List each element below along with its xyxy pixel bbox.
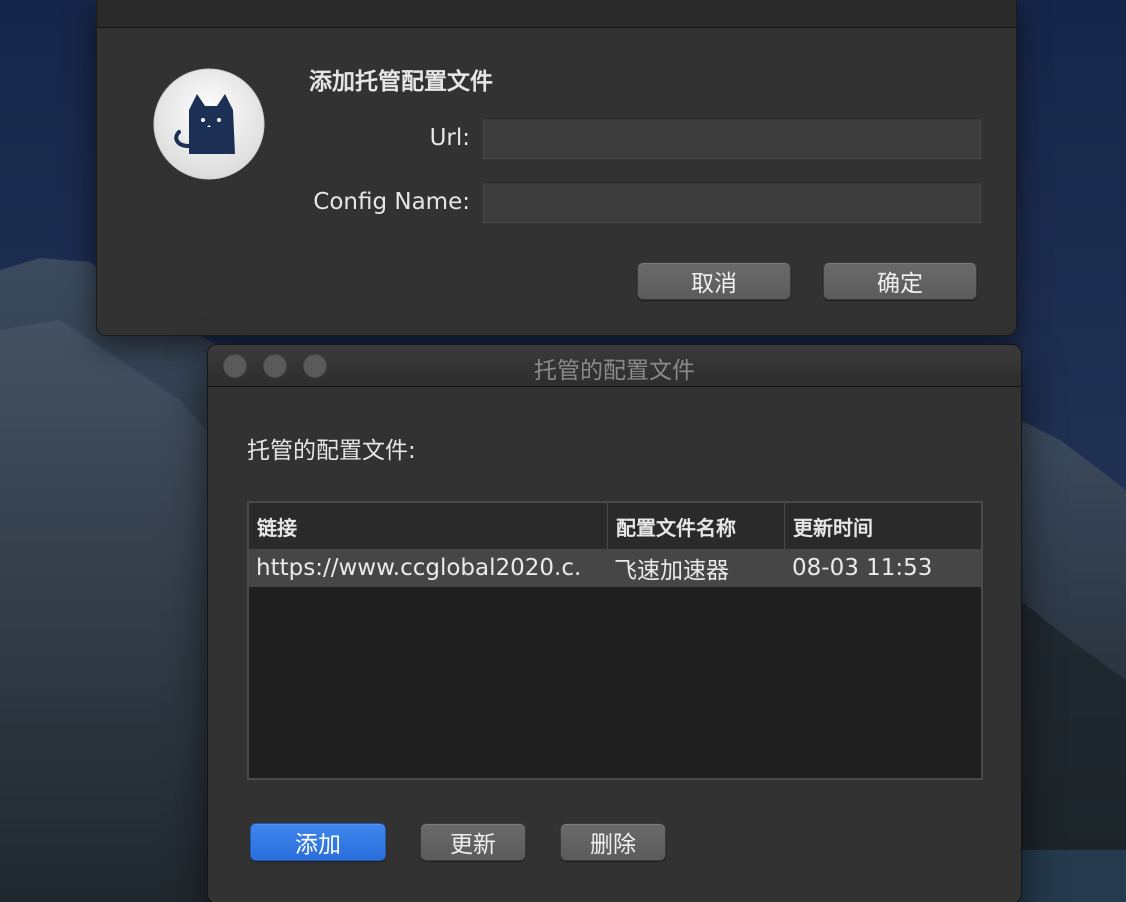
cat-icon [153,68,265,180]
cell-updated: 08-03 11:53 [792,555,933,581]
table-header: 链接 配置文件名称 更新时间 [249,503,981,550]
section-label: 托管的配置文件: [247,438,416,464]
confirm-button[interactable]: 确定 [823,262,977,300]
update-button[interactable]: 更新 [420,823,526,861]
config-table: 链接 配置文件名称 更新时间 https://www.ccglobal2020.… [247,501,983,780]
column-header-updated[interactable]: 更新时间 [784,503,981,549]
url-label: Url: [429,125,470,151]
window-title: 托管的配置文件 [534,358,695,384]
cell-link: https://www.ccglobal2020.c. [256,555,582,581]
table-row[interactable]: https://www.ccglobal2020.c. 飞速加速器 08-03 … [249,549,981,587]
url-input[interactable] [483,118,981,159]
config-name-label: Config Name: [313,189,470,215]
add-config-sheet: 添加托管配置文件 Url: Config Name: 取消 确定 [96,0,1017,336]
cancel-button[interactable]: 取消 [637,262,791,300]
cell-config-name: 飞速加速器 [614,558,729,584]
column-header-link[interactable]: 链接 [249,503,607,549]
add-button[interactable]: 添加 [250,823,386,861]
column-header-config-name[interactable]: 配置文件名称 [607,503,784,549]
config-name-input[interactable] [483,182,981,223]
sheet-title: 添加托管配置文件 [309,69,493,95]
window-titlebar[interactable]: 托管的配置文件 [208,345,1021,387]
sheet-parent-titlebar [97,0,1016,28]
hosted-configs-window: 托管的配置文件 托管的配置文件: 链接 配置文件名称 更新时间 https://… [207,344,1022,902]
delete-button[interactable]: 删除 [560,823,666,861]
